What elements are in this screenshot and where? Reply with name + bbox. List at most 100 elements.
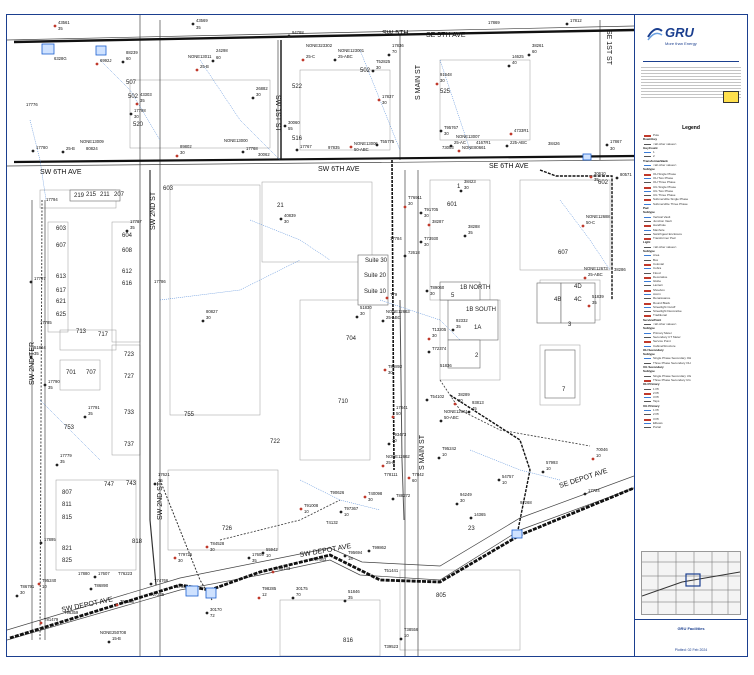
pole-icon <box>271 570 275 574</box>
facility-label: 55 <box>288 126 293 131</box>
facility-label: T79725 <box>178 552 193 557</box>
facility-label: T4132 <box>326 520 339 525</box>
pole-icon <box>427 337 431 341</box>
facility-label: NONE13000 <box>224 138 248 143</box>
facility-label: T40098 <box>368 491 383 496</box>
street-labels: SW 5TH SE 5TH AVE SW 6TH AVE SW 6TH AVE SE 6… <box>29 30 612 614</box>
facility-label: 38287 <box>432 219 444 224</box>
facility-label: 30 <box>430 291 435 296</box>
lot-number: 733 <box>124 410 135 416</box>
pole-icon <box>371 69 375 73</box>
facility-label: T78111 <box>384 472 398 477</box>
facility-label: T91008 <box>304 503 319 508</box>
lot-number: 1B SOUTH <box>466 307 496 313</box>
legend: Legend Pole DownGuy <all other values> GuyC… <box>641 125 741 545</box>
facility-label: 30175 <box>296 586 308 591</box>
legend-symbol-icon <box>644 190 651 192</box>
facility-label: 73003 <box>442 145 454 150</box>
lot-number: 525 <box>440 89 451 95</box>
facility-label: 17780 <box>36 145 48 150</box>
legend-symbol-icon <box>644 293 651 295</box>
pole-icon <box>175 154 179 158</box>
facility-label: T51441 <box>384 568 399 573</box>
facility-label: 24298 <box>216 48 228 53</box>
pole-icon <box>15 594 19 598</box>
street-label: SW 2ND ST <box>150 191 157 230</box>
facility-label: 30 <box>392 438 397 443</box>
facility-label: 35 <box>468 230 473 235</box>
facility-label: 6992J <box>100 58 111 63</box>
legend-symbol-icon <box>644 195 651 197</box>
facility-label: T89060 <box>430 285 445 290</box>
buildings <box>69 189 596 399</box>
facility-label: 35 <box>130 225 135 230</box>
pole-icon <box>507 64 511 68</box>
legend-symbol-icon <box>644 229 651 231</box>
facility-label: T38556 <box>404 627 419 632</box>
lot-number: 607 <box>56 243 67 249</box>
facility-label: 17791 <box>88 405 100 410</box>
facility-label: 14365 <box>474 512 486 517</box>
lot-number: 608 <box>122 248 133 254</box>
facility-label: 30 <box>178 558 183 563</box>
lot-number: 743 <box>126 481 137 487</box>
facility-label: 80824 <box>86 146 98 151</box>
pole-icon <box>451 328 455 332</box>
lot-number: 1 <box>457 184 461 190</box>
lot-number: 4C <box>574 297 582 303</box>
pole-icon <box>583 492 587 496</box>
legend-symbol-icon <box>644 165 651 167</box>
legend-title: Legend <box>682 125 700 131</box>
legend-symbol-icon <box>644 358 651 360</box>
facility-label: T91705 <box>424 207 439 212</box>
facility-label: 35 <box>58 26 63 31</box>
lot-number: 502 <box>128 94 139 100</box>
facility-label: T97943 <box>312 557 327 562</box>
lot-number: 713 <box>76 329 87 335</box>
pole-icon <box>605 143 609 147</box>
pole-icon <box>195 68 199 72</box>
pole-icon <box>201 319 205 323</box>
pole-icon <box>205 545 209 549</box>
pole-icon <box>435 82 439 86</box>
facility-label: 18 <box>348 556 353 561</box>
pole-icon <box>509 132 513 136</box>
pole-icon <box>135 102 139 106</box>
lot-number: 215 <box>86 192 97 198</box>
facility-label: 30 <box>360 311 365 316</box>
pole-icon <box>403 254 407 258</box>
facility-label: 30 <box>424 213 429 218</box>
facility-label: 17787 <box>130 219 142 224</box>
pole-icon <box>467 410 471 414</box>
facility-label: 4167R1 <box>476 140 491 145</box>
facility-label: 30 <box>376 65 381 70</box>
facility-label: 25-B <box>66 146 75 151</box>
pole-icon <box>427 223 431 227</box>
facility-label: 70 <box>296 592 301 597</box>
facility-label: NONE12662 <box>386 454 410 459</box>
lot-number: 710 <box>338 399 349 405</box>
street-label: S MAIN ST <box>419 434 426 470</box>
facility-label: T86890 <box>94 583 109 588</box>
legend-symbol-icon <box>644 332 651 334</box>
facility-label: NONE12673 <box>584 266 608 271</box>
pole-icon <box>437 456 441 460</box>
lot-number: 502 <box>360 68 371 74</box>
facilities-map[interactable]: SW 5TH SE 5TH AVE SW 6TH AVE SW 6TH AVE SE 6… <box>7 15 634 656</box>
facility-label: 89802 <box>180 144 192 149</box>
side-panel: GRU More than Energy Legend Pole DownGuy <… <box>634 15 747 656</box>
facility-label: 80827 <box>206 309 218 314</box>
facility-label: T76223 <box>118 571 133 576</box>
facility-label: T39523 <box>384 644 399 649</box>
pole-icon <box>407 476 411 480</box>
lot-number: 737 <box>124 442 135 448</box>
pole-icon <box>403 205 407 209</box>
facility-label: T95694 <box>348 550 363 555</box>
legend-symbol-icon <box>644 255 651 257</box>
legend-symbol-icon <box>644 152 651 154</box>
facility-label: 30 <box>432 333 437 338</box>
facility-label: 30 <box>458 398 463 403</box>
facility-label: 225-ABC <box>510 140 527 145</box>
pole-icon <box>527 53 531 57</box>
pole-icon <box>333 58 337 62</box>
